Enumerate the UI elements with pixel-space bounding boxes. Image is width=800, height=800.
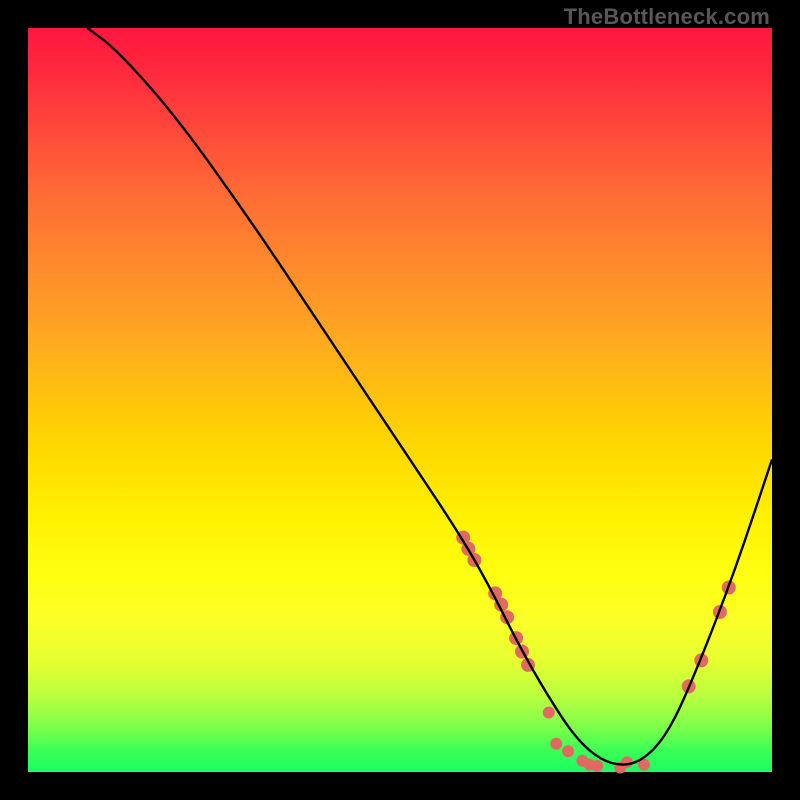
data-point (550, 738, 562, 750)
curve-line (88, 28, 773, 765)
data-point (621, 756, 633, 768)
data-point (591, 760, 603, 772)
plot-area (28, 28, 772, 772)
chart-svg (28, 28, 772, 772)
chart-container: TheBottleneck.com (0, 0, 800, 800)
data-point (543, 707, 555, 719)
data-point (562, 745, 574, 757)
chart-markers (456, 531, 736, 774)
watermark-text: TheBottleneck.com (564, 4, 770, 30)
